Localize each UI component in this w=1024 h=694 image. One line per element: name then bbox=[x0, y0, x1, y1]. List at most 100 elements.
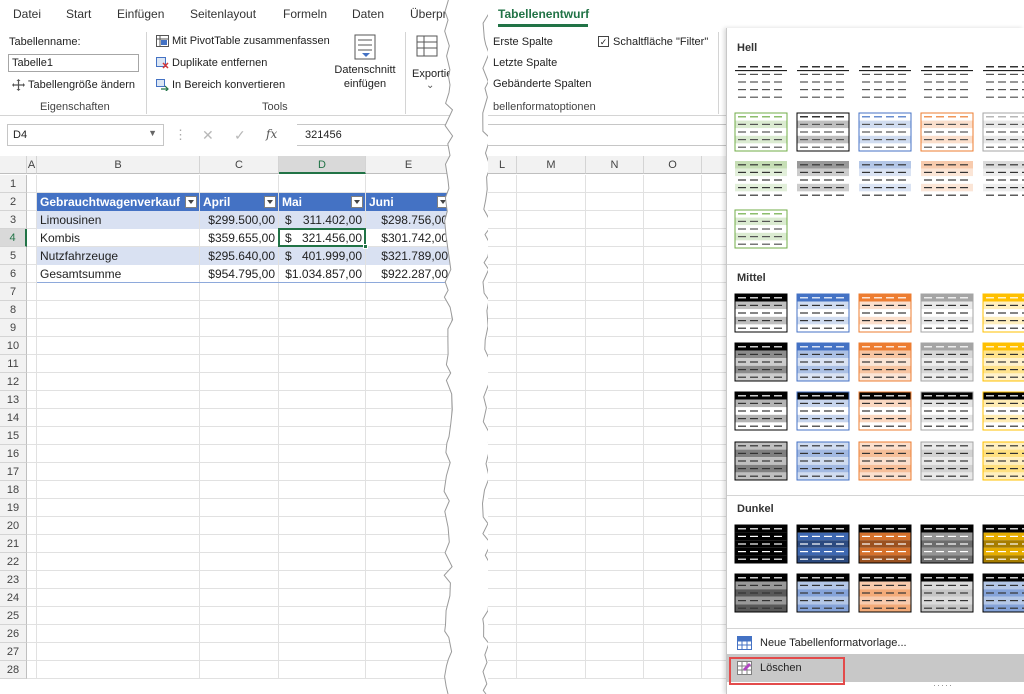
table-style-swatch[interactable] bbox=[796, 160, 850, 200]
row-header-26[interactable]: 26 bbox=[0, 625, 27, 643]
table-style-swatch[interactable] bbox=[734, 209, 788, 249]
remove-duplicates-button[interactable]: Duplikate entfernen bbox=[156, 57, 267, 69]
column-header-n[interactable]: N bbox=[586, 156, 644, 174]
table-style-swatch[interactable] bbox=[982, 391, 1024, 431]
table-style-swatch[interactable] bbox=[982, 342, 1024, 382]
row-header-12[interactable]: 12 bbox=[0, 373, 27, 391]
tab-formeln[interactable]: Formeln bbox=[283, 7, 327, 21]
table-style-swatch[interactable] bbox=[734, 112, 788, 152]
table-cell-juni[interactable]: $301.742,00 bbox=[366, 229, 451, 247]
table-style-swatch[interactable] bbox=[734, 62, 788, 102]
table-style-swatch[interactable] bbox=[858, 62, 912, 102]
table-style-swatch[interactable] bbox=[920, 112, 974, 152]
column-header-c[interactable]: C bbox=[200, 156, 279, 174]
enter-icon[interactable]: ✓ bbox=[234, 127, 246, 144]
table-style-swatch[interactable] bbox=[982, 112, 1024, 152]
table-cell-juni[interactable]: $922.287,00 bbox=[366, 265, 451, 283]
row-header-1[interactable]: 1 bbox=[0, 175, 27, 193]
filter-dropdown-icon[interactable] bbox=[351, 196, 363, 208]
table-style-swatch[interactable] bbox=[796, 342, 850, 382]
table-style-swatch[interactable] bbox=[734, 441, 788, 481]
tab-tabellenentwurf[interactable]: Tabellenentwurf bbox=[498, 7, 589, 21]
table-style-swatch[interactable] bbox=[920, 441, 974, 481]
table-cell-label[interactable]: Nutzfahrzeuge bbox=[37, 247, 199, 265]
resize-table-button[interactable]: Tabellengröße ändern bbox=[12, 79, 135, 92]
formula-input-continued[interactable] bbox=[488, 124, 728, 146]
table-style-swatch[interactable] bbox=[796, 524, 850, 564]
row-header-7[interactable]: 7 bbox=[0, 283, 27, 301]
table-header-cell[interactable]: Gebrauchtwagenverkauf bbox=[37, 193, 199, 211]
column-header-b[interactable]: B bbox=[37, 156, 200, 174]
column-header-a[interactable]: A bbox=[27, 156, 37, 174]
tablename-input[interactable]: Tabelle1 bbox=[8, 54, 139, 72]
table-style-swatch[interactable] bbox=[920, 293, 974, 333]
table-style-swatch[interactable] bbox=[796, 441, 850, 481]
insert-function-icon[interactable]: fx bbox=[266, 127, 277, 141]
row-header-22[interactable]: 22 bbox=[0, 553, 27, 571]
row-header-13[interactable]: 13 bbox=[0, 391, 27, 409]
table-style-swatch[interactable] bbox=[796, 293, 850, 333]
table-style-swatch[interactable] bbox=[734, 524, 788, 564]
table-style-swatch[interactable] bbox=[734, 391, 788, 431]
row-header-21[interactable]: 21 bbox=[0, 535, 27, 553]
cancel-icon[interactable]: ✕ bbox=[202, 127, 214, 144]
tab-seitenlayout[interactable]: Seitenlayout bbox=[190, 7, 256, 21]
table-style-swatch[interactable] bbox=[858, 441, 912, 481]
table-cell-mai[interactable]: 311.402,00 $ bbox=[279, 211, 365, 229]
name-box[interactable]: D4 ▼ bbox=[7, 124, 164, 146]
row-header-16[interactable]: 16 bbox=[0, 445, 27, 463]
table-style-swatch[interactable] bbox=[858, 293, 912, 333]
first-column-option[interactable]: Erste Spalte bbox=[493, 36, 553, 48]
select-all-corner[interactable] bbox=[0, 156, 27, 174]
row-header-3[interactable]: 3 bbox=[0, 211, 27, 229]
new-table-style-menu-item[interactable]: Neue Tabellenformatvorlage... bbox=[727, 631, 1024, 655]
table-cell-april[interactable]: $299.500,00 bbox=[200, 211, 278, 229]
pivottable-button[interactable]: Mit PivotTable zusammenfassen bbox=[156, 35, 330, 48]
tab-datei[interactable]: Datei bbox=[13, 7, 41, 21]
row-header-20[interactable]: 20 bbox=[0, 517, 27, 535]
table-style-swatch[interactable] bbox=[858, 391, 912, 431]
table-style-swatch[interactable] bbox=[858, 342, 912, 382]
table-style-swatch[interactable] bbox=[920, 524, 974, 564]
table-cell-label[interactable]: Limousinen bbox=[37, 211, 199, 229]
table-cell-april[interactable]: $295.640,00 bbox=[200, 247, 278, 265]
table-style-swatch[interactable] bbox=[734, 342, 788, 382]
row-header-10[interactable]: 10 bbox=[0, 337, 27, 355]
table-cell-april[interactable]: $359.655,00 bbox=[200, 229, 278, 247]
convert-to-range-button[interactable]: In Bereich konvertieren bbox=[156, 79, 285, 92]
table-style-swatch[interactable] bbox=[920, 342, 974, 382]
table-style-swatch[interactable] bbox=[796, 573, 850, 613]
row-header-27[interactable]: 27 bbox=[0, 643, 27, 661]
row-header-5[interactable]: 5 bbox=[0, 247, 27, 265]
table-style-swatch[interactable] bbox=[982, 573, 1024, 613]
table-style-swatch[interactable] bbox=[734, 293, 788, 333]
table-style-swatch[interactable] bbox=[920, 391, 974, 431]
table-header-cell[interactable]: April bbox=[200, 193, 278, 211]
row-header-6[interactable]: 6 bbox=[0, 265, 27, 283]
name-box-dropdown-icon[interactable]: ▼ bbox=[148, 128, 157, 138]
resize-grip-icon[interactable]: ····· bbox=[933, 681, 963, 690]
table-style-swatch[interactable] bbox=[796, 391, 850, 431]
table-cell-april[interactable]: $954.795,00 bbox=[200, 265, 278, 283]
row-header-19[interactable]: 19 bbox=[0, 499, 27, 517]
filter-button-checkbox[interactable]: ✓ bbox=[598, 35, 609, 47]
table-cell-juni[interactable]: $298.756,00 bbox=[366, 211, 451, 229]
row-header-9[interactable]: 9 bbox=[0, 319, 27, 337]
table-cell-label[interactable]: Gesamtsumme bbox=[37, 265, 199, 283]
filter-button-option[interactable]: ✓ Schaltfläche "Filter" bbox=[598, 35, 708, 48]
formula-input[interactable]: 321456 bbox=[297, 124, 452, 146]
column-header-d[interactable]: D bbox=[279, 156, 366, 174]
filter-dropdown-icon[interactable] bbox=[264, 196, 276, 208]
row-header-11[interactable]: 11 bbox=[0, 355, 27, 373]
insert-slicer-button[interactable]: Datenschnitt einfügen bbox=[333, 31, 397, 95]
tab-start[interactable]: Start bbox=[66, 7, 91, 21]
table-style-swatch[interactable] bbox=[982, 293, 1024, 333]
table-style-swatch[interactable] bbox=[858, 112, 912, 152]
table-cell-label[interactable]: Kombis bbox=[37, 229, 199, 247]
table-style-swatch[interactable] bbox=[920, 573, 974, 613]
last-column-option[interactable]: Letzte Spalte bbox=[493, 57, 557, 69]
row-header-8[interactable]: 8 bbox=[0, 301, 27, 319]
table-style-swatch[interactable] bbox=[734, 160, 788, 200]
table-style-swatch[interactable] bbox=[920, 62, 974, 102]
table-style-swatch[interactable] bbox=[734, 573, 788, 613]
